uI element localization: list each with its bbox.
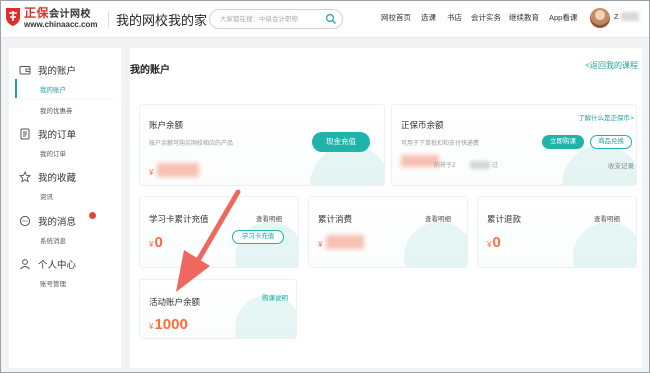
header-divider [108,11,109,27]
nav-courses[interactable]: 选课 [421,12,436,23]
page-title: 我的账户 [130,65,170,76]
refund-amount: ¥0 [487,234,501,251]
study-card-card: 学习卡累计充值 查看明细 ¥0 学习卡充值 [139,196,299,268]
balance-title: 账户余额 [149,120,184,130]
sidebar-sub-news[interactable]: 资讯 [40,191,53,201]
buy-course-button[interactable]: 立即购课 [542,135,584,149]
exchange-goods-button[interactable]: 商品兑换 [590,135,632,149]
logo-text: 正保会计网校 [24,6,92,20]
user-name-redacted [621,12,639,21]
watermark-decoration [404,222,467,267]
watermark-decoration [573,222,636,267]
consumption-title: 累计消费 [318,214,353,224]
sidebar-sub-my-account[interactable]: 我的账户 [40,84,66,94]
sidebar-sub-system-messages[interactable]: 系统消息 [40,235,66,245]
search-input[interactable] [220,10,320,28]
study-card-detail-link[interactable]: 查看明细 [256,213,282,223]
watermark-decoration [235,222,298,267]
site-logo[interactable]: 正保会计网校 www.chinaacc.com [4,3,100,33]
logo-url: www.chinaacc.com [24,20,98,29]
coin-records-link[interactable]: 收支记录 [608,160,634,170]
study-card-amount: ¥0 [149,234,163,251]
balance-card: 账户余额 账户余额可购买网校相应的产品 ¥ 现金充值 [139,104,385,186]
nav-bookstore[interactable]: 书店 [447,12,462,23]
avatar[interactable] [590,8,610,28]
activity-balance-title: 活动账户余额 [149,297,201,307]
coin-desc: 可用于下单抵扣和支付快递费 [401,141,480,147]
activity-balance-amount: ¥1000 [149,316,188,333]
cash-recharge-button[interactable]: 现金充值 [312,132,370,152]
top-header: 正保会计网校 www.chinaacc.com 我的网校我的家 网校首页 选课 … [0,0,650,38]
user-icon [20,259,30,270]
coin-expire-suffix: 过 [492,163,499,169]
balance-desc: 账户余额可购买网校相应的产品 [149,141,234,147]
star-icon [19,171,31,183]
consumption-amount-redacted [326,235,364,249]
logo-badge-icon [6,8,20,26]
consumption-detail-link[interactable]: 查看明细 [425,213,451,223]
sidebar-sub-account-settings[interactable]: 账号管理 [40,278,66,288]
refund-title: 累计退款 [487,214,522,224]
coin-expire-redacted [470,161,490,169]
activity-balance-card: 活动账户余额 购课说明 ¥1000 [139,279,297,339]
unread-badge [89,212,96,219]
coin-title: 正保币余额 [401,120,444,130]
back-to-courses-link[interactable]: <返回我的课程 [585,60,638,71]
nav-home[interactable]: 网校首页 [381,12,411,23]
consumption-card: 累计消费 查看明细 ¥ [308,196,468,268]
study-card-title: 学习卡累计充值 [149,214,209,224]
wallet-icon [19,66,31,75]
search-box[interactable] [209,9,343,29]
sidebar: 我的账户 我的账户 我的优惠券 我的订单 我的订单 我的收藏 资讯 我的消息 系… [9,48,121,368]
main-panel: 我的账户 <返回我的课程 账户余额 账户余额可购买网校相应的产品 ¥ 现金充值 … [130,48,642,368]
nav-continuing-education[interactable]: 继续教育 [509,12,539,23]
activity-rules-link[interactable]: 购课说明 [262,292,288,302]
message-icon [19,215,31,227]
sidebar-sub-coupons[interactable]: 我的优惠券 [40,105,73,115]
nav-app-courses[interactable]: App看课 [549,12,577,23]
coin-card: 正保币余额 了解什么是正保币> 可用于下单抵扣和支付快递费 立即购课 商品兑换 … [391,104,637,186]
user-name[interactable]: Z [614,12,619,21]
refund-card: 累计退款 查看明细 ¥0 [477,196,637,268]
search-icon[interactable] [325,13,337,25]
coin-help-link[interactable]: 了解什么是正保币> [578,112,634,122]
refund-detail-link[interactable]: 查看明细 [594,213,620,223]
study-card-recharge-button[interactable]: 学习卡充值 [232,230,284,244]
balance-amount-redacted [157,163,199,177]
balance-amount: ¥ [149,168,154,177]
coin-expire-text: 的将于2 [434,163,456,169]
consumption-amount: ¥ [318,240,323,249]
sidebar-sub-my-orders[interactable]: 我的订单 [40,148,66,158]
nav-accounting-practice[interactable]: 会计实务 [471,12,501,23]
order-icon [20,128,30,140]
sidebar-active-indicator [15,79,119,98]
site-title: 我的网校我的家 [116,13,208,28]
